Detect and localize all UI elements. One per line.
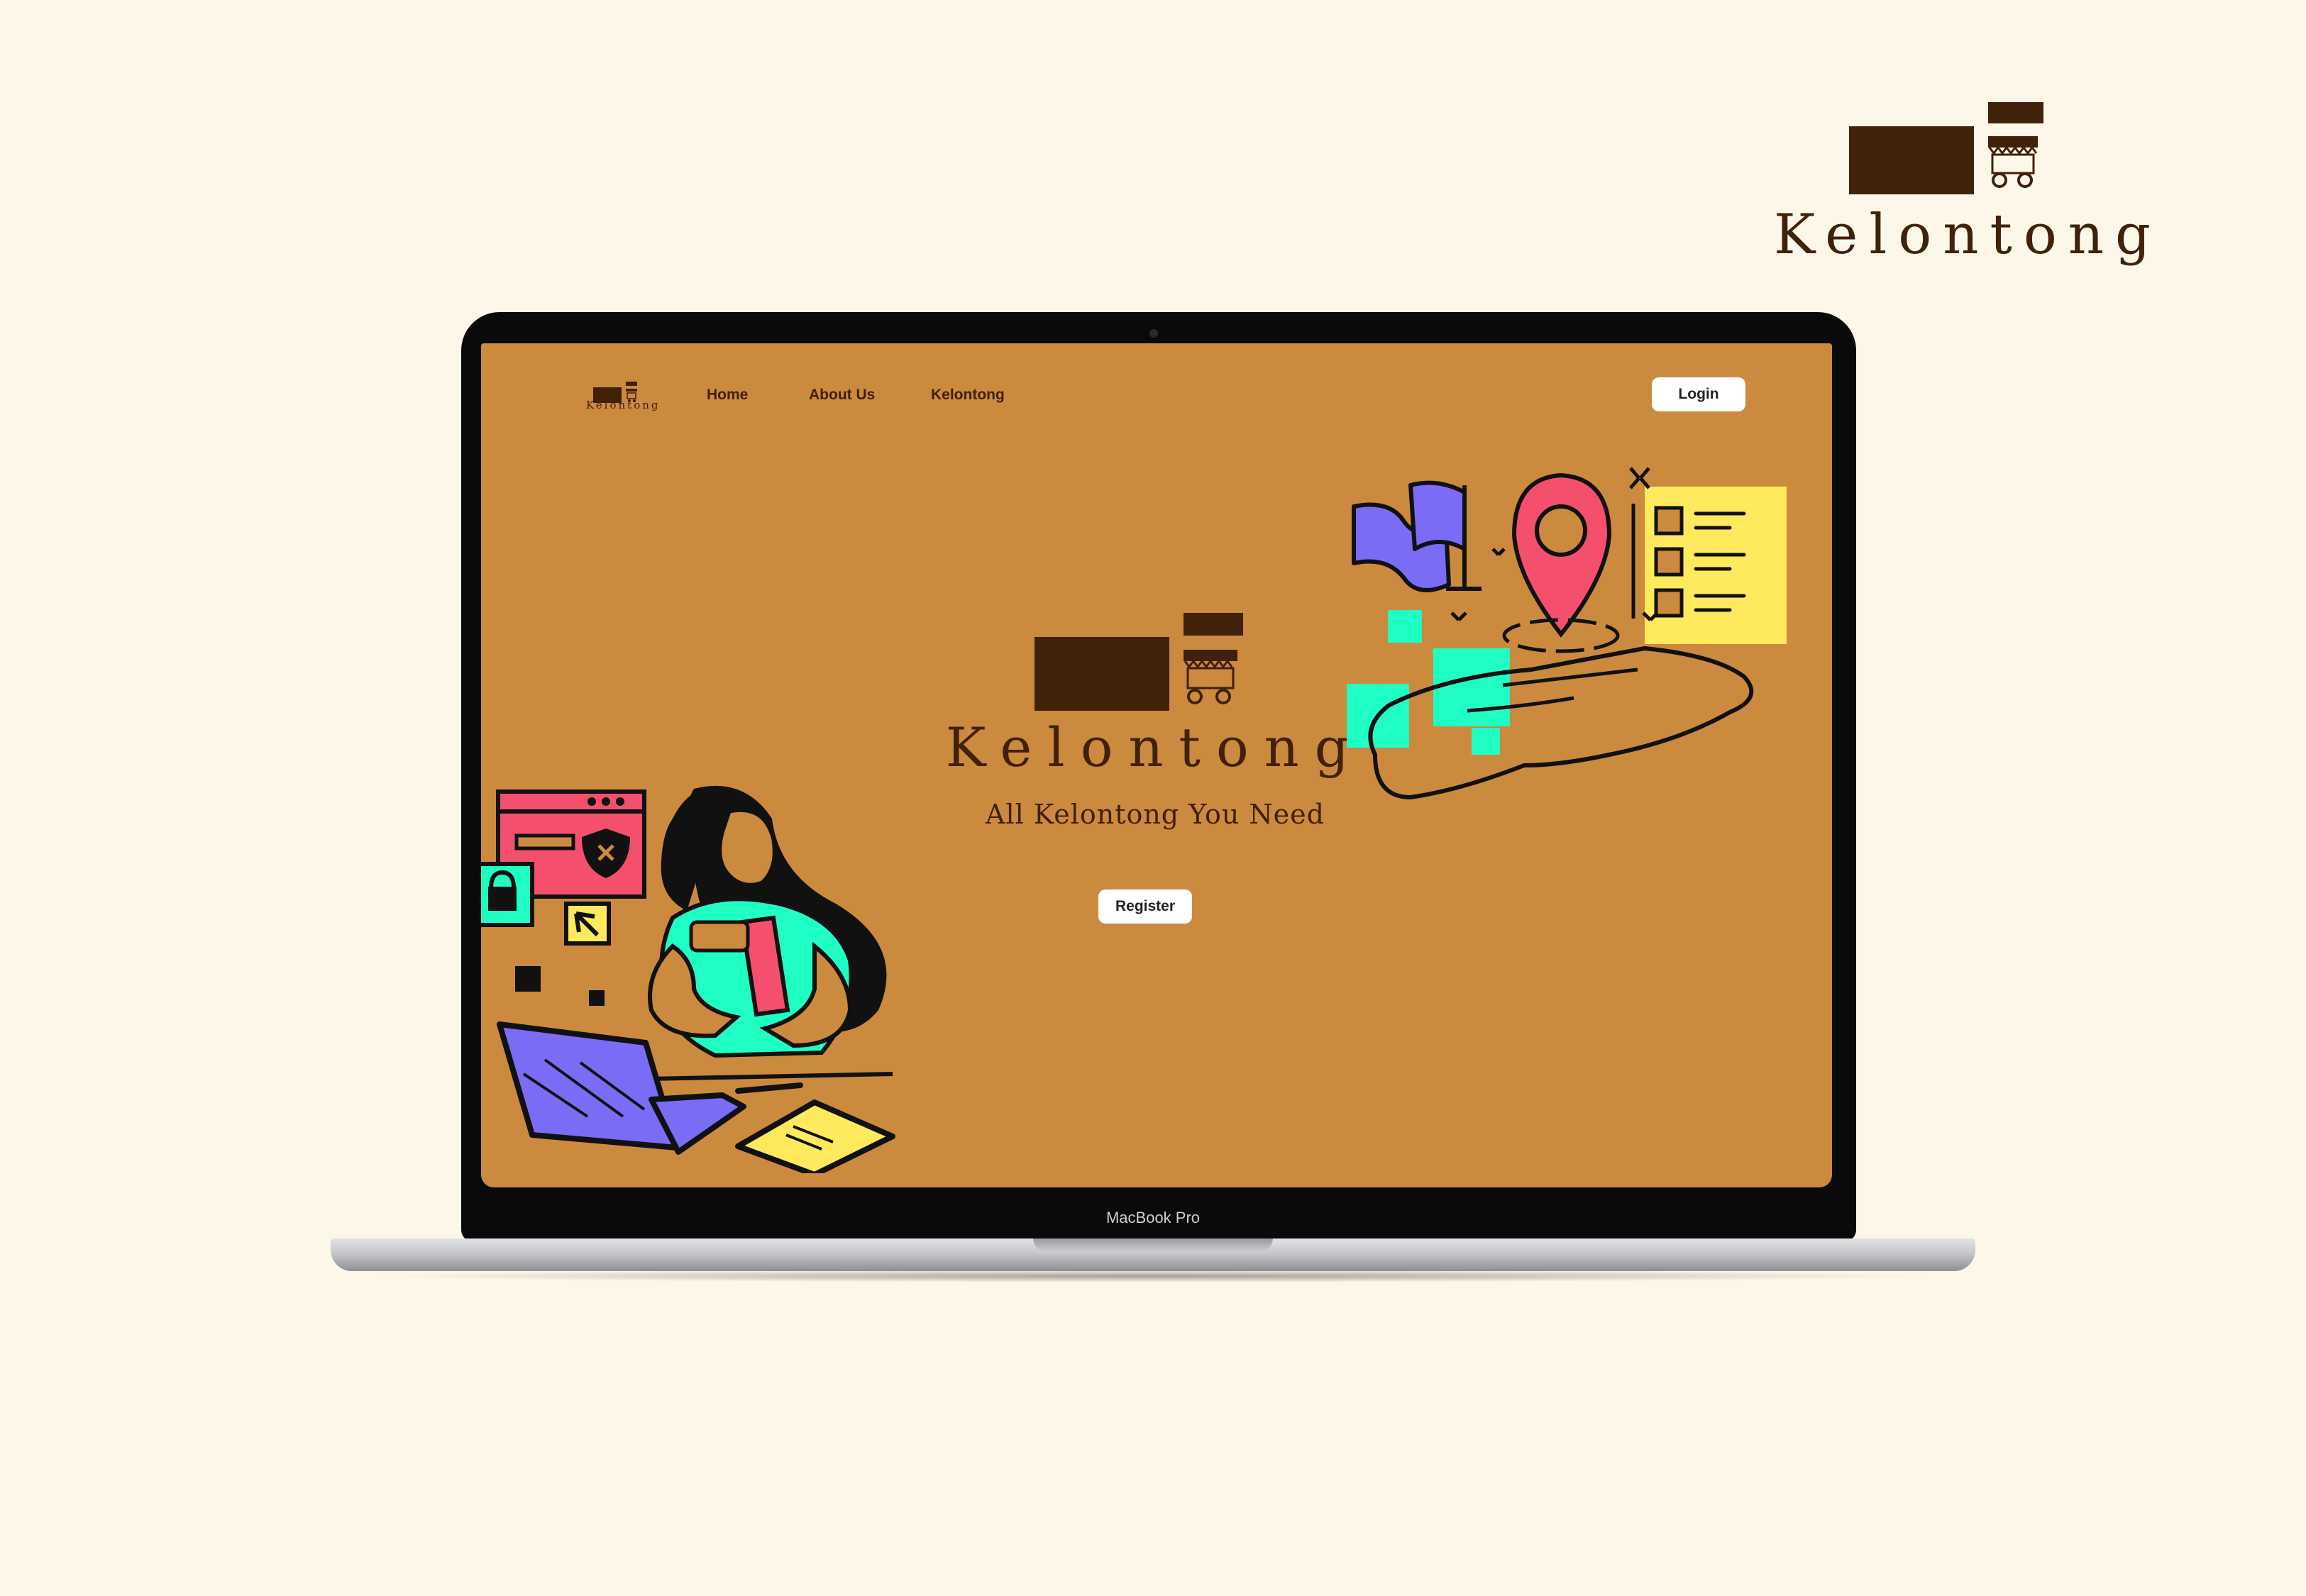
notepad-icon xyxy=(735,1082,895,1173)
hero-title: Kelontong xyxy=(945,716,1365,779)
cursor-arrow-icon xyxy=(564,902,611,946)
brand-logo-mark xyxy=(1849,102,2043,194)
hero-tagline: All Kelontong You Need xyxy=(986,799,1325,830)
open-hand-icon xyxy=(1368,646,1754,799)
login-button[interactable]: Login xyxy=(1652,377,1745,411)
checklist-icon xyxy=(1631,487,1787,644)
laptop-model-label: MacBook Pro xyxy=(1105,1209,1201,1226)
brand-name: Kelontong xyxy=(1774,203,2162,267)
store-cart-icon xyxy=(1184,613,1243,704)
laptop-base-shadow xyxy=(369,1270,1937,1282)
nav-link-home[interactable]: Home xyxy=(707,384,748,406)
location-illustration xyxy=(1347,467,1787,799)
nav-link-about-us[interactable]: About Us xyxy=(809,384,875,406)
store-cart-icon xyxy=(1988,102,2043,188)
laptop-screen: Kelontong Home About Us Kelontong Login … xyxy=(481,343,1832,1187)
nav-link-kelontong[interactable]: Kelontong xyxy=(931,384,1005,406)
nav-logo-text: Kelontong xyxy=(586,399,661,411)
location-pin-icon xyxy=(1502,472,1620,653)
laptop-base-notch xyxy=(1033,1238,1273,1251)
camera-icon xyxy=(1149,329,1158,338)
woman-phone-illustration xyxy=(481,785,895,1173)
hero-logo-mark xyxy=(1035,613,1243,711)
register-button[interactable]: Register xyxy=(1098,890,1192,924)
padlock-icon xyxy=(481,862,534,927)
flag-icon xyxy=(1352,480,1482,592)
